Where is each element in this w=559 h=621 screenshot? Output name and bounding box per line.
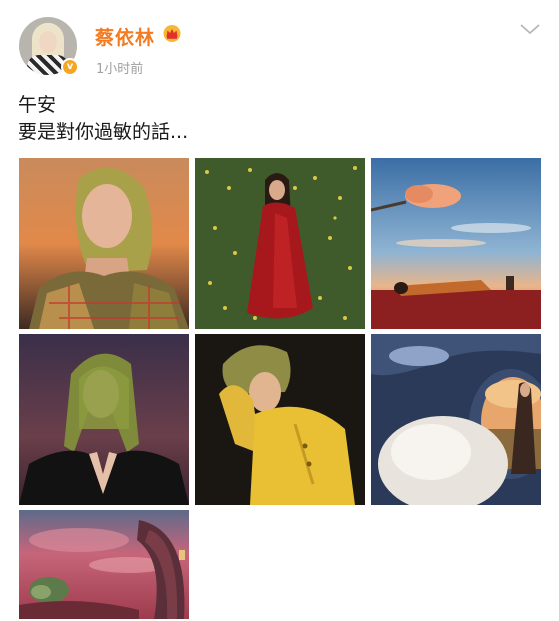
photo-3[interactable]: [371, 158, 541, 329]
photo-7[interactable]: [19, 510, 189, 619]
photo-4[interactable]: [19, 334, 189, 505]
username[interactable]: 蔡依林: [95, 23, 155, 50]
chevron-down-icon[interactable]: [519, 22, 541, 36]
verified-badge-icon: v: [61, 58, 79, 76]
crown-icon[interactable]: [163, 25, 181, 42]
content-line-2: 要是對你過敏的話...: [18, 121, 189, 143]
photo-grid: [19, 158, 541, 619]
post-content: 午安 要是對你過敏的話...: [18, 92, 188, 146]
photo-1[interactable]: [19, 158, 189, 329]
timestamp: 1小时前: [96, 62, 144, 77]
avatar-face: [39, 31, 57, 53]
photo-6[interactable]: [371, 334, 541, 505]
photo-2[interactable]: [195, 158, 365, 329]
content-line-1: 午安: [18, 94, 57, 116]
photo-5[interactable]: [195, 334, 365, 505]
weibo-post: v 蔡依林 1小时前 午安 要是對你過敏的話...: [0, 0, 559, 621]
